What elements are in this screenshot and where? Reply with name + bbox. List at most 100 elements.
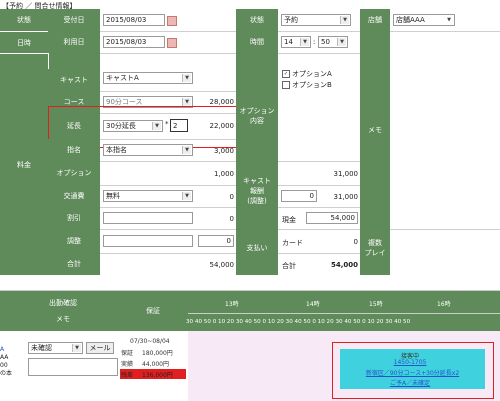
checkbox-empty-icon xyxy=(282,81,290,89)
transport-select-value: 無料 xyxy=(106,192,120,200)
attend-memo-header: 出勤確認 メモ xyxy=(8,291,118,331)
chevron-down-icon: ▼ xyxy=(445,16,453,24)
receipt-label: 受付日 xyxy=(48,9,100,31)
attend-select-value: 未確認 xyxy=(31,344,52,352)
discount-price: 0 xyxy=(229,215,234,223)
adjust-text-input[interactable] xyxy=(103,235,193,247)
minute-select-value: 50 xyxy=(321,38,330,46)
checkmark-icon: ✓ xyxy=(282,70,290,78)
hour-label-16: 16時 xyxy=(437,301,451,308)
use-label: 利用日 xyxy=(48,31,100,53)
reward-adjust-input[interactable]: 0 xyxy=(281,190,317,202)
course-price: 28,000 xyxy=(209,98,235,106)
nomination-label: 指名 xyxy=(48,139,100,161)
cash-label: 現金 xyxy=(282,216,296,224)
discount-input[interactable] xyxy=(103,212,193,224)
chevron-down-icon: ▼ xyxy=(300,38,309,46)
multi-play-label: 複数 プレイ xyxy=(360,231,390,265)
actual-row-value: 44,000円 xyxy=(142,361,169,368)
mail-button[interactable]: メール xyxy=(86,342,114,354)
option-a-label: オプションA xyxy=(292,70,332,78)
transport-select[interactable]: 無料 ▼ xyxy=(103,190,193,202)
nomination-select-value: 本指名 xyxy=(106,146,127,154)
pay-total-label: 合計 xyxy=(282,262,296,270)
cast-info-2: 00 xyxy=(0,362,8,369)
chevron-down-icon: ▼ xyxy=(72,344,81,352)
adjust-label: 調整 xyxy=(48,229,100,253)
option-price: 1,000 xyxy=(213,170,234,178)
store-select-value: 店舗AAA xyxy=(396,16,425,24)
guarantee-row-label: 保証 xyxy=(121,350,134,357)
price-header: 料金 xyxy=(0,53,48,275)
grid-header-left xyxy=(0,291,8,331)
shortfall-row-label: 残差 xyxy=(121,372,134,379)
reward-total: 31,000 xyxy=(333,193,359,201)
store-label: 店舗 xyxy=(360,9,390,31)
reservation-form: 状態 日時 料金 受付日 利用日 キャスト コース 2015/08/03 201… xyxy=(0,9,500,275)
receipt-date-input[interactable]: 2015/08/03 xyxy=(103,14,165,26)
chevron-down-icon: ▼ xyxy=(182,98,191,106)
time-label: 時間 xyxy=(236,31,278,53)
cast-reward-label: キャスト 報酬 (調整) xyxy=(236,169,278,213)
chevron-down-icon: ▼ xyxy=(182,146,191,154)
memo-input[interactable] xyxy=(28,358,118,376)
total-label: 合計 xyxy=(48,253,100,275)
chevron-down-icon: ▼ xyxy=(182,74,191,82)
minute-ticks: 30 40 50 0 10 20 30 40 50 0 10 20 30 40 … xyxy=(186,319,411,325)
cast-reward-value: 31,000 xyxy=(333,170,359,178)
option-b-checkbox[interactable]: オプションB xyxy=(282,80,332,90)
hour-label-15: 15時 xyxy=(369,301,383,308)
date-header: 日時 xyxy=(0,31,48,53)
state-label: 状態 xyxy=(236,9,278,31)
cash-input[interactable]: 54,000 xyxy=(306,212,358,224)
option-b-label: オプションB xyxy=(292,81,332,89)
card-label: カード xyxy=(282,239,303,247)
transport-price: 0 xyxy=(229,193,234,201)
minute-select[interactable]: 50 ▼ xyxy=(318,36,348,48)
guarantee-header: 保証 xyxy=(118,291,188,331)
cast-name-link[interactable]: A AA 00 の本 xyxy=(0,346,12,378)
shortfall-row-value: 136,000円 xyxy=(142,372,173,379)
memo-label: メモ xyxy=(360,119,390,141)
cast-info-3: の本 xyxy=(0,370,13,377)
card-value: 0 xyxy=(353,238,358,246)
total-price: 54,000 xyxy=(209,261,235,269)
memo-header: メモ xyxy=(56,315,70,323)
actual-row-label: 実績 xyxy=(121,361,134,368)
store-field-area xyxy=(390,9,500,275)
store-select[interactable]: 店舗AAA ▼ xyxy=(393,14,455,26)
option-a-checkbox[interactable]: ✓ オプションA xyxy=(282,69,332,79)
hour-select-value: 14 xyxy=(284,38,293,46)
calendar-icon[interactable] xyxy=(167,16,177,26)
nomination-price: 3,000 xyxy=(213,147,234,155)
pay-total-value: 54,000 xyxy=(330,261,358,269)
guarantee-date-range: 07/30~08/04 xyxy=(130,338,170,345)
chevron-down-icon: ▼ xyxy=(182,192,191,200)
guarantee-row-value: 180,000円 xyxy=(142,350,173,357)
right-field-area xyxy=(278,9,360,275)
discount-label: 割引 xyxy=(48,207,100,229)
state-select[interactable]: 予約 ▼ xyxy=(281,14,351,26)
hour-select[interactable]: 14 ▼ xyxy=(281,36,311,48)
time-separator: : xyxy=(313,38,316,46)
hour-label-14: 14時 xyxy=(306,301,320,308)
nomination-select[interactable]: 本指名 ▼ xyxy=(103,144,193,156)
attend-header: 出勤確認 xyxy=(49,299,77,307)
calendar-icon[interactable] xyxy=(167,38,177,48)
cast-select[interactable]: キャストA ▼ xyxy=(103,72,193,84)
cast-label: キャスト xyxy=(48,69,100,91)
guarantee-table: 保証 180,000円 実績 44,000円 残差 136,000円 xyxy=(120,347,186,381)
transport-label: 交通費 xyxy=(48,185,100,207)
schedule-grid: 出勤確認 メモ 保証 13時 14時 15時 16時 30 40 50 0 10… xyxy=(0,290,500,401)
highlight-booking xyxy=(332,342,494,399)
timeline-header xyxy=(188,291,500,331)
cast-link-0[interactable]: A xyxy=(0,346,12,354)
hour-label-13: 13時 xyxy=(225,301,239,308)
use-date-input[interactable]: 2015/08/03 xyxy=(103,36,165,48)
state-select-value: 予約 xyxy=(284,16,298,24)
chevron-down-icon: ▼ xyxy=(340,16,349,24)
status-header: 状態 xyxy=(0,9,48,31)
chevron-down-icon: ▼ xyxy=(337,38,346,46)
attend-select[interactable]: 未確認 ▼ xyxy=(28,342,83,354)
adjust-amount-input[interactable]: 0 xyxy=(198,235,234,247)
